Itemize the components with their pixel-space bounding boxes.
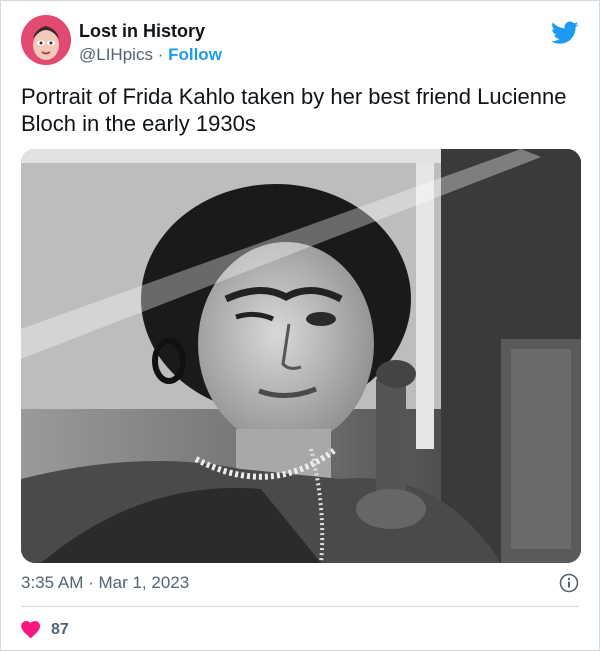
divider	[21, 606, 579, 607]
like-button[interactable]: 87	[21, 619, 69, 641]
tweet-photo[interactable]	[21, 149, 581, 563]
portrait-photo	[21, 149, 581, 563]
author-name[interactable]: Lost in History	[79, 21, 205, 42]
heart-icon	[21, 621, 41, 639]
info-icon[interactable]	[559, 573, 579, 593]
like-count: 87	[51, 621, 69, 638]
handle-separator: ·	[157, 45, 164, 64]
author-handle[interactable]: @LIHpics	[79, 45, 153, 64]
tweet-timestamp[interactable]: 3:35 AM · Mar 1, 2023	[21, 573, 189, 593]
tweet-header: Lost in History @LIHpics · Follow	[21, 15, 579, 69]
tweet-card: Lost in History @LIHpics · Follow Portra…	[0, 0, 600, 651]
twitter-bird-icon[interactable]	[551, 21, 579, 45]
follow-button[interactable]: Follow	[168, 45, 222, 64]
author-handle-row: @LIHpics · Follow	[79, 45, 222, 65]
avatar-image	[21, 15, 71, 65]
avatar[interactable]	[21, 15, 71, 65]
tweet-text: Portrait of Frida Kahlo taken by her bes…	[21, 84, 567, 136]
